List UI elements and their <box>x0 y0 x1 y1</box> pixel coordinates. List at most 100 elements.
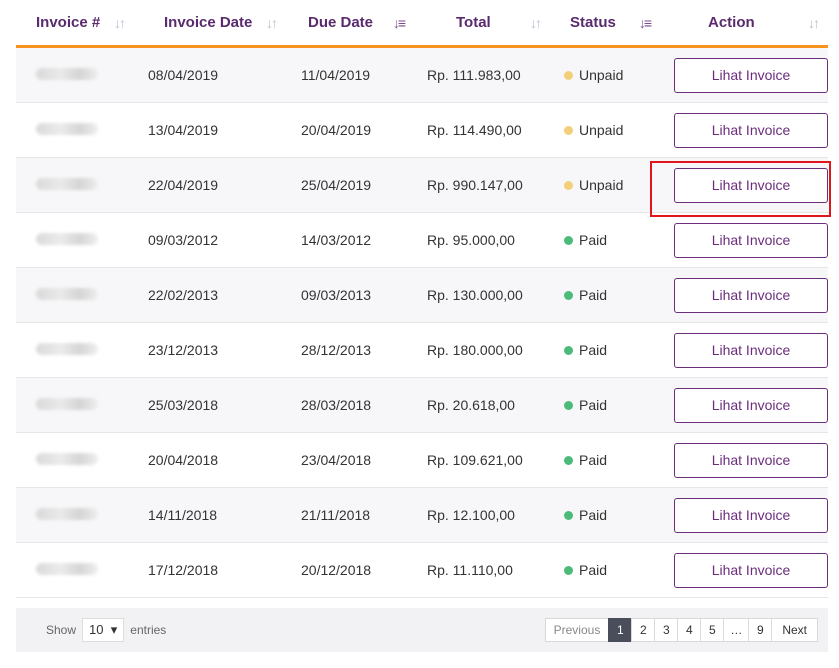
total-cell: Rp. 109.621,00 <box>427 452 523 468</box>
view-invoice-button[interactable]: Lihat Invoice <box>674 387 828 423</box>
table-footer: Show 10 ▾ entries Previous 1 2 3 4 5 … 9… <box>16 608 828 652</box>
invoice-number-cell <box>16 452 134 468</box>
view-invoice-button[interactable]: Lihat Invoice <box>674 57 828 93</box>
sort-arrows-icon[interactable]: ↓↑ <box>266 15 278 31</box>
col-status-label: Status <box>570 14 616 31</box>
status-text: Paid <box>579 507 608 523</box>
action-cell: Lihat Invoice <box>660 277 828 313</box>
due-date-cell: 20/04/2019 <box>301 122 372 138</box>
table-row: 22/02/2013 09/03/2013 Rp. 130.000,00 Paid Li… <box>16 268 828 323</box>
pagination-page-1[interactable]: 1 <box>608 618 633 642</box>
invoice-number-cell <box>16 232 134 248</box>
view-invoice-button[interactable]: Lihat Invoice <box>674 112 828 148</box>
col-invoice-date[interactable]: Invoice Date ↓↑ <box>134 14 286 31</box>
pagination-page-5[interactable]: 5 <box>700 618 725 642</box>
due-date-cell: 28/12/2013 <box>301 342 372 358</box>
status-text: Paid <box>579 342 608 358</box>
sort-arrows-icon[interactable]: ↓↑ <box>808 15 820 31</box>
view-invoice-button[interactable]: Lihat Invoice <box>674 497 828 533</box>
redacted-invoice-number <box>36 508 98 520</box>
pagination-page-4[interactable]: 4 <box>677 618 702 642</box>
view-invoice-button[interactable]: Lihat Invoice <box>674 222 828 258</box>
status-text: Paid <box>579 452 608 468</box>
redacted-invoice-number <box>36 178 98 190</box>
status-dot-icon <box>564 70 573 80</box>
entries-select[interactable]: 10 ▾ <box>82 618 125 642</box>
sort-desc-icon[interactable]: ↓≡ <box>639 15 652 31</box>
table-row: 08/04/2019 11/04/2019 Rp. 111.983,00 Unpaid… <box>16 48 828 103</box>
status-text: Paid <box>579 562 608 578</box>
status-cell: Paid <box>550 232 660 248</box>
invoice-number-cell <box>16 67 134 83</box>
action-cell: Lihat Invoice <box>660 442 828 478</box>
col-invoice-date-label: Invoice Date <box>164 14 253 31</box>
invoice-date-cell: 17/12/2018 <box>148 562 219 578</box>
pagination-page-9[interactable]: 9 <box>748 618 773 642</box>
sort-arrows-icon[interactable]: ↓↑ <box>114 15 126 31</box>
invoice-number-cell <box>16 507 134 523</box>
entries-select-value: 10 <box>89 622 104 637</box>
col-due-date[interactable]: Due Date ↓≡ <box>286 14 414 31</box>
redacted-invoice-number <box>36 68 98 80</box>
highlight-box <box>650 161 831 217</box>
due-date-cell: 14/03/2012 <box>301 232 372 248</box>
action-cell: Lihat Invoice <box>660 332 828 368</box>
redacted-invoice-number <box>36 288 98 300</box>
status-cell: Paid <box>550 342 660 358</box>
col-action-label: Action <box>708 14 755 31</box>
status-cell: Paid <box>550 287 660 303</box>
invoice-date-cell: 22/04/2019 <box>148 177 219 193</box>
invoice-number-cell <box>16 287 134 303</box>
status-cell: Unpaid <box>550 122 660 138</box>
invoice-date-cell: 23/12/2013 <box>148 342 219 358</box>
due-date-cell: 25/04/2019 <box>301 177 372 193</box>
table-row: 20/04/2018 23/04/2018 Rp. 109.621,00 Paid Li… <box>16 433 828 488</box>
entries-control: Show 10 ▾ entries <box>46 618 166 642</box>
total-cell: Rp. 111.983,00 <box>427 67 521 83</box>
status-text: Paid <box>579 397 608 413</box>
total-cell: Rp. 990.147,00 <box>427 177 523 193</box>
status-cell: Unpaid <box>550 67 660 83</box>
invoice-number-cell <box>16 122 134 138</box>
view-invoice-button[interactable]: Lihat Invoice <box>674 552 828 588</box>
action-cell: Lihat Invoice <box>660 552 828 588</box>
table-row: 23/12/2013 28/12/2013 Rp. 180.000,00 Paid Li… <box>16 323 828 378</box>
col-total[interactable]: Total ↓↑ <box>414 14 550 31</box>
status-dot-icon <box>564 345 573 355</box>
status-dot-icon <box>564 455 573 465</box>
action-cell: Lihat Invoice <box>660 387 828 423</box>
redacted-invoice-number <box>36 123 98 135</box>
invoice-number-cell <box>16 397 134 413</box>
status-dot-icon <box>564 400 573 410</box>
action-cell: Lihat Invoice <box>660 497 828 533</box>
sort-arrows-icon[interactable]: ↓↑ <box>530 15 542 31</box>
status-cell: Paid <box>550 562 660 578</box>
view-invoice-button[interactable]: Lihat Invoice <box>674 442 828 478</box>
redacted-invoice-number <box>36 343 98 355</box>
table-header: Invoice # ↓↑ Invoice Date ↓↑ Due Date ↓≡… <box>16 0 828 48</box>
col-action[interactable]: Action ↓↑ <box>660 14 828 31</box>
view-invoice-button[interactable]: Lihat Invoice <box>674 332 828 368</box>
view-invoice-button[interactable]: Lihat Invoice <box>674 277 828 313</box>
pagination-page-2[interactable]: 2 <box>631 618 656 642</box>
redacted-invoice-number <box>36 233 98 245</box>
pagination-ellipsis: … <box>723 618 750 642</box>
status-dot-icon <box>564 125 573 135</box>
status-text: Unpaid <box>579 67 624 83</box>
status-dot-icon <box>564 180 573 190</box>
total-cell: Rp. 180.000,00 <box>427 342 523 358</box>
invoice-date-cell: 08/04/2019 <box>148 67 219 83</box>
pagination-next[interactable]: Next <box>771 618 818 642</box>
sort-asc-icon[interactable]: ↓≡ <box>393 15 406 31</box>
pagination-previous[interactable]: Previous <box>544 618 610 642</box>
total-cell: Rp. 114.490,00 <box>427 122 522 138</box>
col-invoice-number[interactable]: Invoice # ↓↑ <box>16 14 134 31</box>
col-status[interactable]: Status ↓≡ <box>550 14 660 31</box>
redacted-invoice-number <box>36 563 98 575</box>
action-cell: Lihat Invoice <box>660 112 828 148</box>
pagination-page-3[interactable]: 3 <box>654 618 679 642</box>
table-row: 09/03/2012 14/03/2012 Rp. 95.000,00 Paid Lih… <box>16 213 828 268</box>
col-invoice-number-label: Invoice # <box>36 14 101 31</box>
table-row: 14/11/2018 21/11/2018 Rp. 12.100,00 Paid Lih… <box>16 488 828 543</box>
status-text: Unpaid <box>579 177 624 193</box>
